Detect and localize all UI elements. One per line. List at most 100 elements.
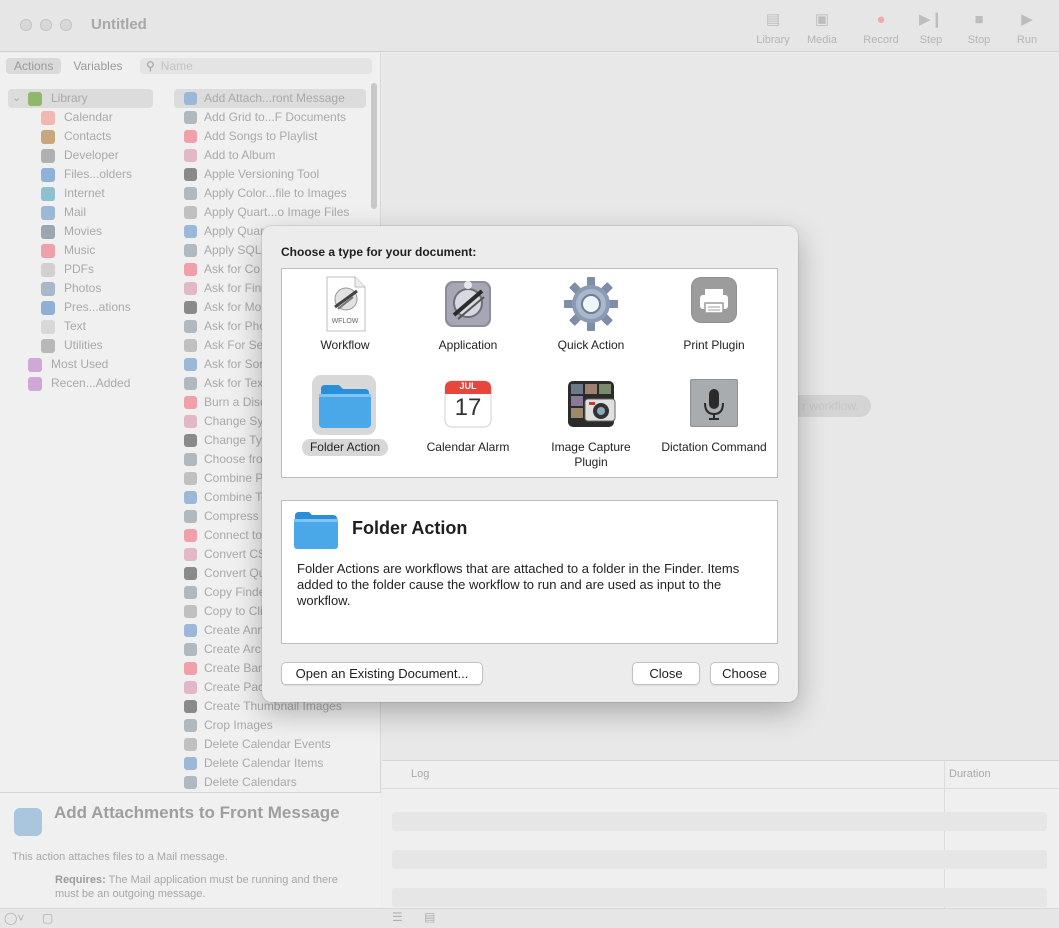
- action-item-label: Compress: [204, 509, 259, 523]
- type-print-plugin[interactable]: Print Plugin: [652, 275, 776, 354]
- options-menu-icon[interactable]: ◯˅: [4, 911, 24, 925]
- action-item-label: Ask for Pho: [204, 319, 267, 333]
- zoom-window-button[interactable]: [60, 19, 72, 31]
- action-item-label: Burn a Disc: [204, 395, 267, 409]
- sidebar-item-category[interactable]: Calendar: [8, 108, 158, 127]
- action-item[interactable]: Delete Calendar Items: [174, 754, 366, 773]
- sidebar-item-category[interactable]: Most Used: [8, 355, 158, 374]
- category-icon: [41, 148, 55, 163]
- search-input[interactable]: ⚲ Name: [140, 58, 372, 74]
- action-item-label: Ask for Tex: [204, 376, 264, 390]
- log-column-header[interactable]: Log: [411, 768, 429, 780]
- action-item-label: Ask for Find: [204, 281, 269, 295]
- action-item[interactable]: Add Attach...ront Message: [174, 89, 366, 108]
- sidebar-item-library[interactable]: ⌄ Library: [8, 89, 153, 108]
- sidebar-tabs: Actions Variables: [6, 58, 131, 74]
- action-item-label: Apply Quart...o Image Files: [204, 205, 350, 219]
- toolbar-step-label: Step: [919, 34, 943, 46]
- duration-column-header[interactable]: Duration: [949, 768, 991, 780]
- chevron-down-icon[interactable]: ⌄: [12, 89, 26, 108]
- sidebar-item-category[interactable]: Text: [8, 317, 158, 336]
- toolbar-media-button[interactable]: ▣ Media: [794, 10, 850, 46]
- sidebar-item-category[interactable]: Internet: [8, 184, 158, 203]
- log-pane: Log Duration: [382, 760, 1059, 909]
- tab-actions[interactable]: Actions: [6, 58, 62, 74]
- minimize-window-button[interactable]: [40, 19, 52, 31]
- action-icon: [184, 377, 197, 390]
- sidebar-item-category[interactable]: Pres...ations: [8, 298, 158, 317]
- close-window-button[interactable]: [20, 19, 32, 31]
- sidebar-item-category[interactable]: PDFs: [8, 260, 158, 279]
- sidebar-item-category[interactable]: Music: [8, 241, 158, 260]
- sidebar-item-category[interactable]: Utilities: [8, 336, 158, 355]
- action-item-label: Apply Quar: [204, 224, 265, 238]
- action-item[interactable]: Apple Versioning Tool: [174, 165, 366, 184]
- category-icon: [41, 281, 55, 296]
- action-icon: [184, 320, 197, 333]
- sidebar-item-label: Movies: [64, 224, 103, 238]
- action-item-label: Apply SQL: [204, 243, 262, 257]
- action-icon: [184, 681, 197, 694]
- sidebar-item-category[interactable]: Mail: [8, 203, 158, 222]
- type-application[interactable]: Application: [406, 275, 530, 354]
- action-item[interactable]: Add Songs to Playlist: [174, 127, 366, 146]
- action-item[interactable]: Delete Calendars: [174, 773, 366, 789]
- action-icon: [184, 510, 197, 523]
- action-icon: [184, 358, 197, 371]
- log-row: [392, 850, 1047, 869]
- list-view-icon[interactable]: ☰: [392, 910, 403, 924]
- sidebar-item-category[interactable]: Developer: [8, 146, 158, 165]
- calendar-day: 17: [454, 394, 482, 421]
- action-item[interactable]: Apply Color...file to Images: [174, 184, 366, 203]
- workflow-icon: WFLOW: [313, 275, 377, 333]
- action-icon: [184, 453, 197, 466]
- action-icon: [184, 415, 197, 428]
- type-calendar-alarm[interactable]: JUL 17 Calendar Alarm: [406, 377, 530, 456]
- category-icon: [41, 205, 55, 220]
- toolbar-record-button[interactable]: ● Record: [853, 10, 909, 46]
- sidebar-item-category[interactable]: Recen...Added: [8, 374, 158, 393]
- close-button[interactable]: Close: [632, 662, 700, 685]
- media-icon: ▣: [814, 11, 830, 28]
- description-summary: This action attaches files to a Mail mes…: [12, 851, 228, 863]
- action-item-label: Crop Images: [204, 718, 273, 732]
- actions-scrollbar[interactable]: [371, 83, 377, 209]
- type-workflow[interactable]: WFLOW Workflow: [283, 275, 407, 354]
- action-item-label: Ask For Se: [204, 338, 264, 352]
- type-image-capture-plugin[interactable]: Image Capture Plugin: [529, 377, 653, 471]
- action-item-label: Add Grid to...F Documents: [204, 110, 347, 124]
- calendar-month: JUL: [459, 381, 477, 391]
- type-dictation-command[interactable]: Dictation Command: [652, 377, 776, 456]
- action-item[interactable]: Delete Calendar Events: [174, 735, 366, 754]
- sidebar-item-category[interactable]: Movies: [8, 222, 158, 241]
- open-existing-document-button[interactable]: Open an Existing Document...: [281, 662, 483, 685]
- toolbar-library-button[interactable]: ▤ Library: [745, 10, 801, 46]
- toolbar-run-button[interactable]: ▶ Run: [999, 10, 1055, 46]
- type-label: Calendar Alarm: [426, 440, 510, 454]
- record-icon: ●: [876, 11, 886, 28]
- type-quick-action[interactable]: Quick Action: [529, 275, 653, 354]
- sidebar-item-category[interactable]: Photos: [8, 279, 158, 298]
- action-item[interactable]: Crop Images: [174, 716, 366, 735]
- split-view-icon[interactable]: ▤: [424, 910, 435, 924]
- sidebar-item-label: Utilities: [64, 338, 103, 352]
- category-icon: [41, 262, 55, 277]
- dialog-prompt: Choose a type for your document:: [281, 245, 477, 259]
- action-icon: [184, 130, 197, 143]
- category-icon: [41, 186, 55, 201]
- sidebar-item-category[interactable]: Contacts: [8, 127, 158, 146]
- action-icon: [184, 529, 197, 542]
- type-label: Image Capture Plugin: [551, 440, 631, 469]
- tab-variables[interactable]: Variables: [65, 58, 130, 74]
- description-toggle-icon[interactable]: ▢: [42, 911, 53, 925]
- action-icon: [184, 472, 197, 485]
- library-list: ⌄ Library Calendar Contacts Developer Files..…: [8, 89, 158, 393]
- sidebar-item-label: Text: [64, 319, 87, 333]
- type-folder-action[interactable]: Folder Action: [283, 375, 407, 456]
- action-item[interactable]: Add Grid to...F Documents: [174, 108, 366, 127]
- action-item[interactable]: Apply Quart...o Image Files: [174, 203, 366, 222]
- type-label: Workflow: [320, 338, 370, 352]
- action-item[interactable]: Add to Album: [174, 146, 366, 165]
- sidebar-item-category[interactable]: Files...olders: [8, 165, 158, 184]
- choose-button[interactable]: Choose: [710, 662, 779, 685]
